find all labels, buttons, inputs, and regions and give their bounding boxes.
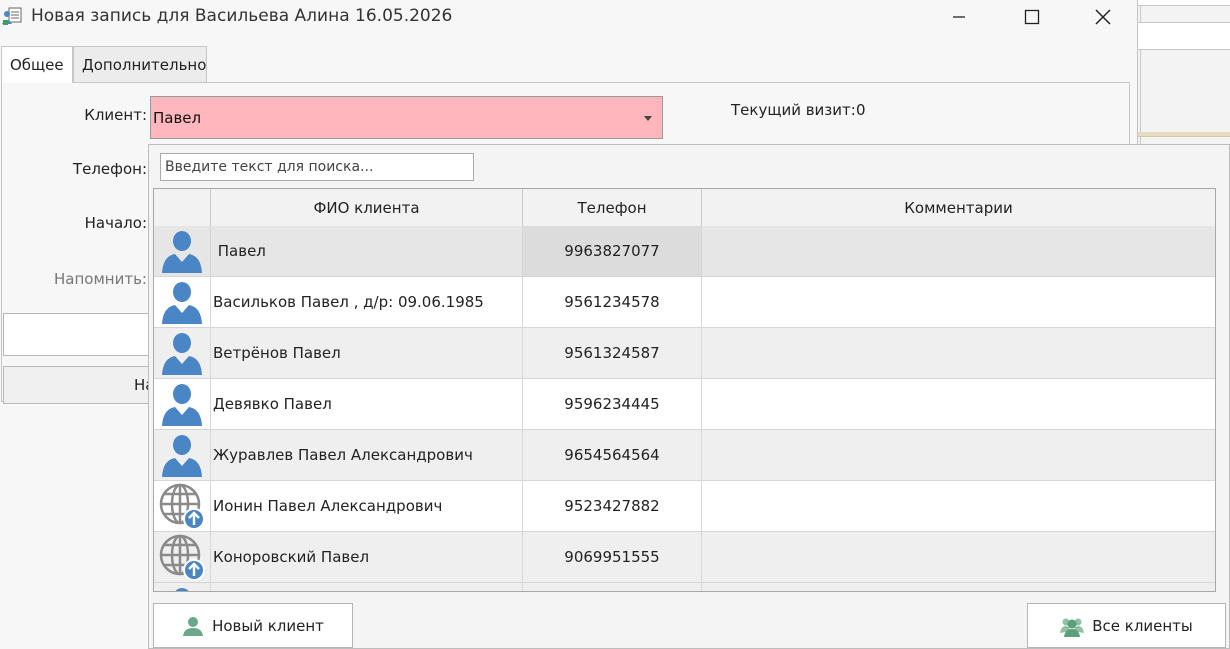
background-window-field xyxy=(1137,22,1230,50)
background-window-strip xyxy=(1137,0,1230,6)
tab-general-label: Общее xyxy=(10,56,64,74)
globe-upload-icon xyxy=(154,532,211,582)
new-client-icon xyxy=(183,616,204,636)
appointment-app-icon xyxy=(2,7,22,25)
client-comment-cell xyxy=(702,583,1215,591)
minimize-button[interactable] xyxy=(936,0,982,34)
client-phone-cell: 9654564564 xyxy=(523,430,702,480)
header-phone[interactable]: Телефон xyxy=(523,189,702,226)
search-input[interactable] xyxy=(160,153,474,181)
client-comment-cell xyxy=(702,277,1215,327)
user-icon xyxy=(154,328,211,378)
client-name-cell xyxy=(211,583,523,591)
close-button[interactable] xyxy=(1080,0,1126,34)
tab-additional-label: Дополнительно xyxy=(82,55,207,74)
all-clients-button[interactable]: Все клиенты xyxy=(1027,603,1226,648)
all-clients-label: Все клиенты xyxy=(1092,616,1193,635)
client-comment-cell xyxy=(702,430,1215,480)
current-visit-value: 0 xyxy=(856,101,866,119)
client-phone-cell: 9596234445 xyxy=(523,379,702,429)
table-row[interactable]: Павел 9963827077 xyxy=(154,226,1215,277)
clients-grid: ФИО клиента Телефон Комментарии Павел 996… xyxy=(153,188,1216,592)
tab-general[interactable]: Общее xyxy=(1,46,73,83)
client-name-cell: Васильков Павел , д/р: 09.06.1985 xyxy=(211,277,523,327)
table-row[interactable]: Васильков Павел , д/р: 09.06.1985 9561234… xyxy=(154,277,1215,328)
maximize-icon xyxy=(1024,9,1040,25)
client-name-cell: Девявко Павел xyxy=(211,379,523,429)
client-phone-cell: 9561324587 xyxy=(523,328,702,378)
title-bar[interactable]: Новая запись для Васильева Алина 16.05.2… xyxy=(0,0,1137,34)
header-comments[interactable]: Комментарии xyxy=(702,189,1215,226)
user-icon xyxy=(154,226,211,276)
globe-upload-icon xyxy=(154,481,211,531)
client-comment-cell xyxy=(702,481,1215,531)
header-icon-column[interactable] xyxy=(154,189,211,226)
client-comment-cell xyxy=(702,226,1215,276)
partial-button[interactable]: На xyxy=(3,366,153,404)
client-name-cell: Журавлев Павел Александрович xyxy=(211,430,523,480)
all-clients-icon xyxy=(1060,618,1085,637)
header-name[interactable]: ФИО клиента xyxy=(211,189,523,226)
minimize-icon xyxy=(953,16,965,18)
new-client-button[interactable]: Новый клиент xyxy=(153,603,353,648)
start-label: Начало: xyxy=(84,214,147,232)
client-phone-cell: 9561234578 xyxy=(523,277,702,327)
comment-field[interactable] xyxy=(3,313,153,356)
client-phone-cell: 9963827077 xyxy=(523,226,702,276)
client-comment-cell xyxy=(702,532,1215,582)
client-dropdown-popup: ФИО клиента Телефон Комментарии Павел996… xyxy=(148,144,1230,649)
maximize-button[interactable] xyxy=(1009,0,1055,34)
client-phone-cell xyxy=(523,583,702,591)
close-icon xyxy=(1095,9,1111,25)
client-comment-cell xyxy=(702,379,1215,429)
client-name-cell: Ионин Павел Александрович xyxy=(211,481,523,531)
dropdown-arrow-icon[interactable] xyxy=(644,116,652,121)
client-name-cell: Ветрёнов Павел xyxy=(211,328,523,378)
background-window-bar xyxy=(1137,132,1230,137)
user-icon xyxy=(154,379,211,429)
client-label: Клиент: xyxy=(84,106,147,124)
client-combobox[interactable]: Павел xyxy=(150,96,663,139)
client-name-cell: Павел xyxy=(211,226,523,276)
grid-header: ФИО клиента Телефон Комментарии xyxy=(154,189,1215,227)
user-icon xyxy=(154,430,211,480)
table-row[interactable]: Девявко Павел 9596234445 xyxy=(154,379,1215,430)
current-visit-label: Текущий визит: xyxy=(731,101,856,119)
client-phone-cell: 9523427882 xyxy=(523,481,702,531)
user-icon xyxy=(154,583,211,591)
client-phone-cell: 9069951555 xyxy=(523,532,702,582)
user-icon xyxy=(154,277,211,327)
table-row[interactable]: Журавлев Павел Александрович 9654564564 xyxy=(154,430,1215,481)
table-row[interactable]: Ветрёнов Павел 9561324587 xyxy=(154,328,1215,379)
tab-additional[interactable]: Дополнительно xyxy=(73,46,207,82)
table-row[interactable]: Коноровский Павел 9069951555 xyxy=(154,532,1215,583)
new-client-label: Новый клиент xyxy=(212,616,324,635)
table-row[interactable]: Ионин Павел Александрович 9523427882 xyxy=(154,481,1215,532)
remind-label: Напомнить: xyxy=(54,270,147,288)
client-comment-cell xyxy=(702,328,1215,378)
client-value: Павел xyxy=(153,109,202,127)
client-name-cell: Коноровский Павел xyxy=(211,532,523,582)
phone-label: Телефон: xyxy=(72,160,147,178)
window-title: Новая запись для Васильева Алина 16.05.2… xyxy=(31,6,453,26)
table-row-partial[interactable] xyxy=(154,583,1215,591)
